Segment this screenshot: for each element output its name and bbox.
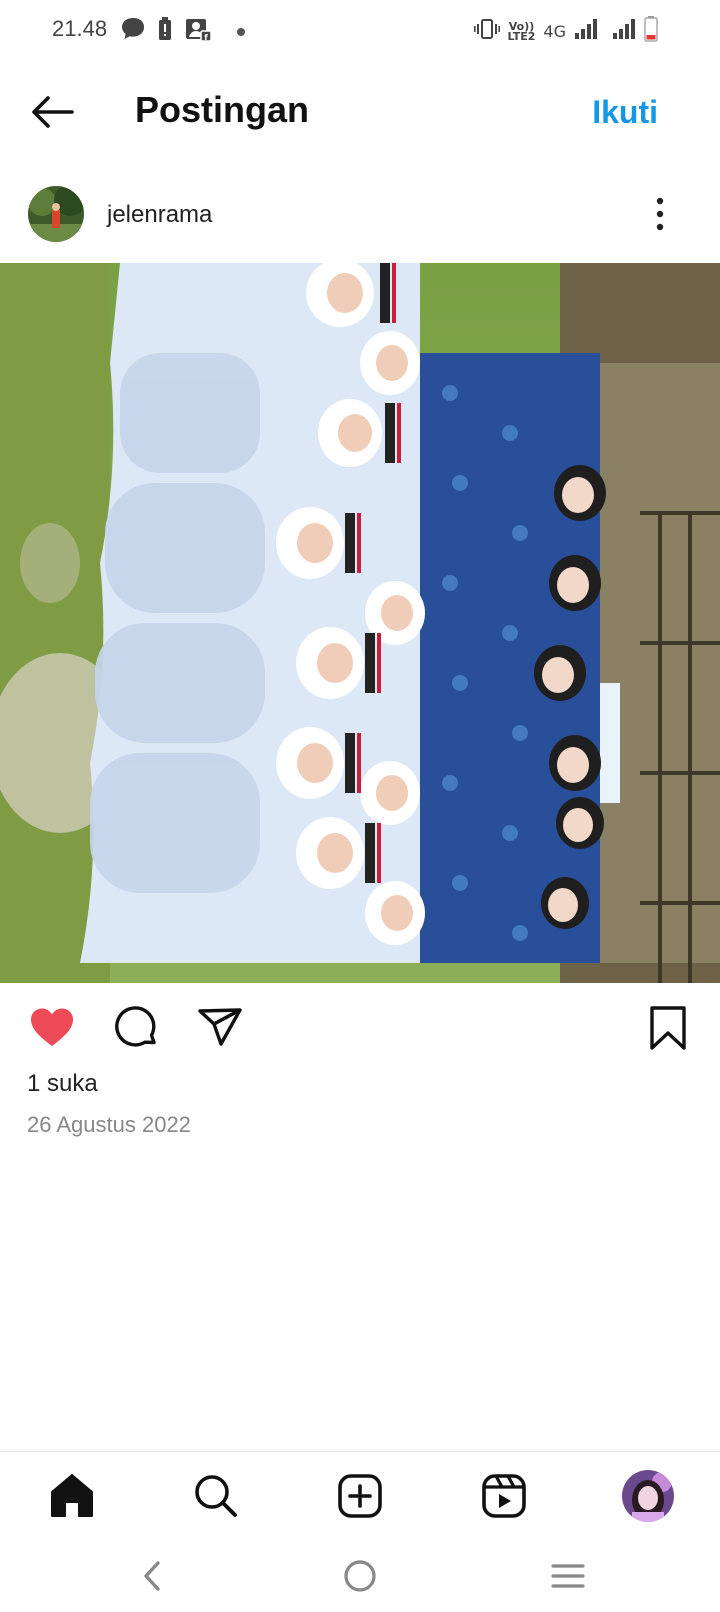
arrow-left-icon [32, 96, 74, 128]
system-navigation-bar [0, 1541, 720, 1612]
status-time: 21.48 [52, 16, 108, 41]
more-options-button[interactable] [648, 192, 672, 236]
group-photo-image [0, 263, 720, 983]
app-header: Postingan Ikuti [0, 72, 720, 152]
svg-text:f: f [204, 33, 208, 42]
bottom-navigation [0, 1451, 720, 1541]
page-title: Postingan [135, 89, 310, 130]
message-icon [120, 14, 146, 49]
post-photo[interactable] [0, 263, 720, 983]
nav-reels[interactable] [476, 1468, 532, 1524]
network-type: 4G [543, 22, 566, 41]
comment-button[interactable] [110, 1002, 162, 1054]
bookmark-icon [650, 1006, 686, 1050]
add-post-icon [338, 1474, 382, 1518]
reels-icon [482, 1474, 526, 1518]
post-actions [0, 1000, 720, 1060]
volte-indicator: Vo)) LTE2 [507, 21, 536, 43]
more-vertical-icon [656, 197, 664, 231]
share-button[interactable] [194, 1002, 246, 1054]
nav-create[interactable] [332, 1468, 388, 1524]
battery-low-icon [644, 16, 658, 47]
author-username[interactable]: jelenrama [107, 201, 212, 229]
home-icon [51, 1474, 93, 1517]
nav-home[interactable] [44, 1468, 100, 1524]
bookmark-button[interactable] [642, 1002, 694, 1054]
search-icon [195, 1475, 237, 1517]
system-recents-button[interactable] [543, 1551, 593, 1601]
system-back-button[interactable] [128, 1551, 178, 1601]
author-avatar[interactable] [28, 186, 84, 242]
post-date: 26 Agustus 2022 [27, 1112, 191, 1137]
vibrate-icon [473, 17, 500, 46]
comment-icon [115, 1006, 156, 1047]
back-chevron-icon [144, 1561, 160, 1591]
volte-bottom-text: LTE2 [507, 29, 536, 43]
signal-icon [574, 18, 598, 45]
like-button[interactable] [26, 1002, 78, 1054]
screen: 21.48 f Vo)) LTE2 4G Postingan Ikuti jel… [0, 0, 720, 1612]
heart-icon [31, 1008, 73, 1046]
back-button[interactable] [28, 90, 78, 134]
status-right-group: Vo)) LTE2 4G [473, 16, 658, 47]
account-notification-icon: f [184, 14, 214, 49]
share-icon [198, 1008, 242, 1046]
post-author-row: jelenrama [0, 178, 720, 250]
home-circle-icon [344, 1560, 376, 1592]
battery-alert-icon [156, 14, 174, 49]
nav-search[interactable] [188, 1468, 244, 1524]
dot-icon [236, 24, 246, 42]
signal-icon-2 [612, 18, 636, 45]
recents-menu-icon [551, 1564, 585, 1588]
nav-profile-avatar[interactable] [622, 1470, 674, 1522]
likes-count[interactable]: 1 suka [27, 1070, 98, 1098]
status-bar: 21.48 f Vo)) LTE2 4G [0, 0, 720, 62]
system-home-button[interactable] [335, 1551, 385, 1601]
follow-button[interactable]: Ikuti [592, 94, 658, 131]
